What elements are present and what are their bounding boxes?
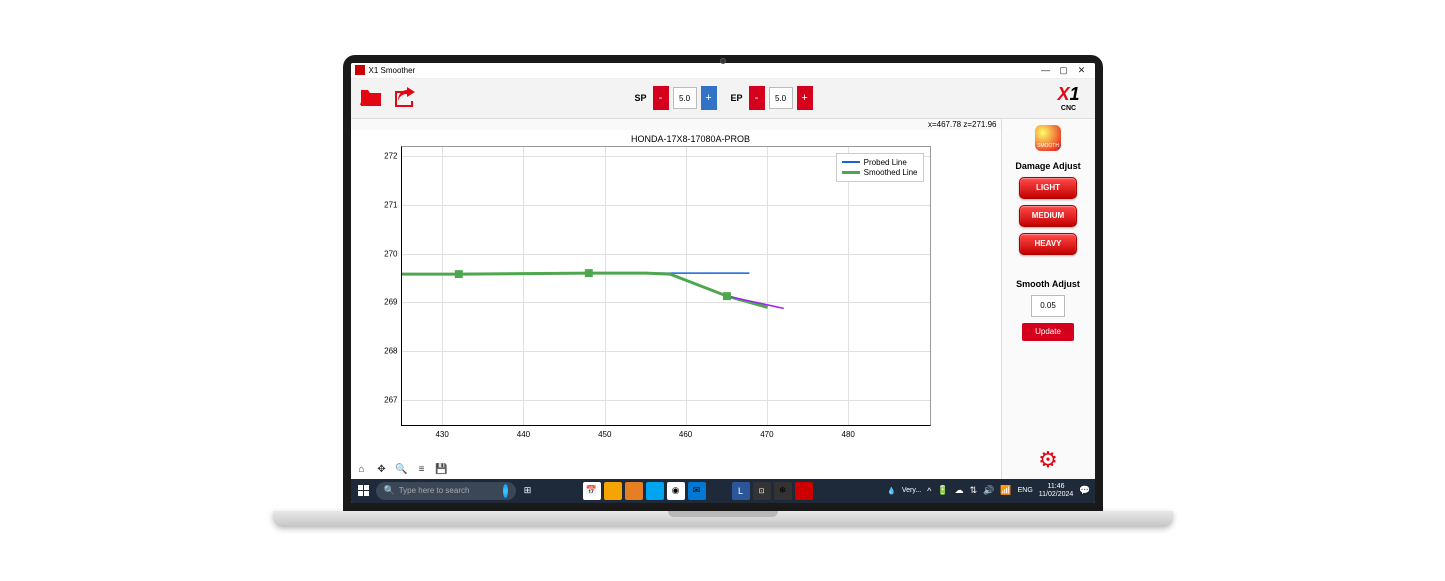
tray-chevron-icon[interactable]: ^	[927, 486, 931, 496]
sp-plus-button[interactable]: +	[701, 86, 717, 110]
xtick: 450	[598, 430, 611, 439]
taskbar-app-fps[interactable]: ⊡	[753, 482, 771, 500]
taskbar-app-chrome[interactable]: ◉	[667, 482, 685, 500]
start-button[interactable]	[355, 482, 373, 500]
settings-icon[interactable]: ⚙	[1038, 447, 1058, 473]
maximize-button[interactable]: ▢	[1055, 65, 1073, 76]
onedrive-icon[interactable]: ☁	[955, 485, 964, 496]
legend-item: Smoothed Line	[864, 168, 918, 177]
taskbar-app-file[interactable]	[604, 482, 622, 500]
ytick: 267	[374, 396, 398, 405]
weather-icon[interactable]: 💧	[887, 487, 896, 495]
laptop-frame: X1 Smoother — ▢ ✕ SP - + EP	[343, 55, 1103, 527]
notifications-icon[interactable]: 💬	[1079, 485, 1090, 496]
ep-input[interactable]	[769, 87, 793, 109]
app-logo: X1 CNC	[1049, 84, 1089, 112]
save-icon[interactable]: 💾	[435, 463, 449, 477]
smooth-adjust-header: Smooth Adjust	[1016, 279, 1080, 289]
damage-heavy-button[interactable]: HEAVY	[1019, 233, 1077, 255]
sp-minus-button[interactable]: -	[653, 86, 669, 110]
taskbar-app-l[interactable]: L	[732, 482, 750, 500]
xtick: 470	[760, 430, 773, 439]
ytick: 272	[374, 152, 398, 161]
configure-icon[interactable]: ≡	[415, 463, 429, 477]
ytick: 271	[374, 201, 398, 210]
chart-plot-area[interactable]: 267 268 269 270 271 272 430 440 450 460 …	[401, 146, 931, 426]
search-input[interactable]	[399, 486, 499, 495]
clock-time: 11:46	[1039, 483, 1074, 491]
right-sidebar: SMOOTH Damage Adjust LIGHT MEDIUM HEAVY …	[1001, 119, 1095, 479]
chart-lines	[402, 147, 930, 426]
open-file-button[interactable]	[357, 84, 385, 112]
coordinate-readout: x=467.78 z=271.96	[351, 119, 1001, 130]
search-icon: 🔍	[384, 485, 395, 496]
export-button[interactable]	[391, 84, 419, 112]
zoom-icon[interactable]: 🔍	[395, 463, 409, 477]
cortana-icon[interactable]	[503, 484, 508, 498]
pan-icon[interactable]: ✥	[375, 463, 389, 477]
sp-input[interactable]	[673, 87, 697, 109]
smooth-mode-icon[interactable]: SMOOTH	[1035, 125, 1061, 151]
app-icon	[355, 65, 365, 75]
laptop-camera	[720, 58, 726, 64]
close-button[interactable]: ✕	[1073, 65, 1091, 76]
taskbar-app-edge[interactable]	[646, 482, 664, 500]
laptop-base	[273, 511, 1173, 527]
xtick: 480	[842, 430, 855, 439]
power-icon[interactable]: 🔋	[937, 485, 948, 496]
window-titlebar: X1 Smoother — ▢ ✕	[351, 63, 1095, 79]
wifi-icon[interactable]: 📶	[1000, 485, 1011, 496]
legend-item: Probed Line	[864, 158, 907, 167]
language-indicator[interactable]: ENG	[1018, 487, 1033, 494]
home-icon[interactable]: ⌂	[355, 463, 369, 477]
taskbar-app-x1[interactable]	[795, 482, 813, 500]
minimize-button[interactable]: —	[1037, 65, 1055, 75]
clock-date: 11/02/2024	[1039, 491, 1074, 499]
damage-adjust-header: Damage Adjust	[1015, 161, 1080, 171]
xtick: 460	[679, 430, 692, 439]
chart-toolbar: ⌂ ✥ 🔍 ≡ 💾	[355, 463, 449, 477]
chart-container: HONDA-17X8-17080A-PROB 267 268 269 270 2…	[351, 130, 1001, 436]
smooth-adjust-input[interactable]	[1031, 295, 1065, 317]
taskbar-app-calendar[interactable]: 📅	[583, 482, 601, 500]
damage-light-button[interactable]: LIGHT	[1019, 177, 1077, 199]
volume-icon[interactable]: 🔊	[983, 485, 994, 496]
ytick: 268	[374, 347, 398, 356]
ytick: 270	[374, 249, 398, 258]
damage-medium-button[interactable]: MEDIUM	[1019, 205, 1077, 227]
ytick: 269	[374, 298, 398, 307]
chart-legend: Probed Line Smoothed Line	[836, 153, 924, 182]
ep-label: EP	[731, 93, 743, 103]
taskbar-search[interactable]: 🔍	[376, 482, 516, 500]
taskbar-app-snow[interactable]: ❄	[774, 482, 792, 500]
window-title: X1 Smoother	[369, 66, 1037, 75]
windows-taskbar: 🔍 ⊞ 📅 ◉ ✉ L ⊡ ❄ 💧 Very...	[351, 479, 1095, 503]
taskbar-app-orange[interactable]	[625, 482, 643, 500]
network-icon[interactable]: ⇅	[970, 485, 978, 496]
taskbar-app-mail[interactable]: ✉	[688, 482, 706, 500]
taskbar-clock[interactable]: 11:46 11/02/2024	[1039, 483, 1074, 498]
update-button[interactable]: Update	[1022, 323, 1074, 341]
main-toolbar: SP - + EP - + X1 CNC	[351, 79, 1095, 119]
xtick: 430	[435, 430, 448, 439]
task-view-icon[interactable]: ⊞	[519, 482, 537, 500]
weather-text[interactable]: Very...	[902, 487, 921, 494]
sp-label: SP	[635, 93, 647, 103]
ep-plus-button[interactable]: +	[797, 86, 813, 110]
xtick: 440	[517, 430, 530, 439]
logo-subtitle: CNC	[1049, 105, 1089, 112]
ep-minus-button[interactable]: -	[749, 86, 765, 110]
main-panel: x=467.78 z=271.96 HONDA-17X8-17080A-PROB…	[351, 119, 1001, 479]
chart-title: HONDA-17X8-17080A-PROB	[401, 134, 981, 144]
